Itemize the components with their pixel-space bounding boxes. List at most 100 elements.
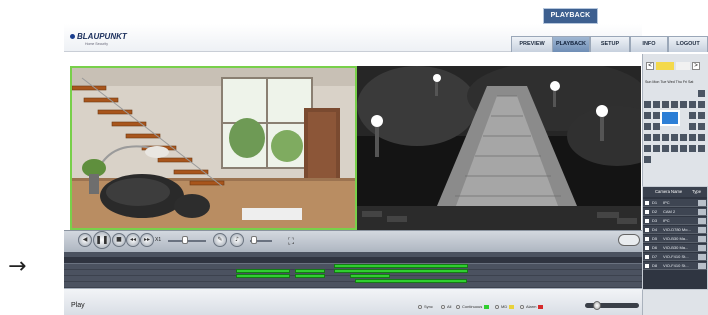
calendar-day[interactable] bbox=[698, 145, 705, 152]
camera-name: IPC bbox=[663, 200, 670, 205]
volume-slider-handle[interactable] bbox=[251, 236, 258, 244]
calendar-day[interactable] bbox=[671, 101, 678, 108]
recording-segment[interactable] bbox=[355, 279, 467, 283]
camera-row[interactable]: D3 IPC bbox=[643, 217, 707, 225]
camera-checkbox[interactable] bbox=[645, 228, 649, 232]
nav-info[interactable]: INFO bbox=[630, 36, 668, 52]
calendar-day[interactable] bbox=[653, 145, 660, 152]
calendar-next-button[interactable]: > bbox=[692, 62, 700, 70]
calendar-day[interactable] bbox=[689, 101, 696, 108]
camera-row[interactable]: D4 VIO-D780 Mo... bbox=[643, 226, 707, 234]
calendar-year-field[interactable] bbox=[676, 62, 690, 70]
calendar-day[interactable] bbox=[689, 112, 696, 119]
forward-icon[interactable]: ▸▸ bbox=[140, 233, 154, 247]
all-option[interactable]: All bbox=[441, 304, 451, 309]
camera-row[interactable]: D7 VIO-F410 St... bbox=[643, 253, 707, 261]
calendar-day[interactable] bbox=[644, 145, 651, 152]
nav-playback[interactable]: PLAYBACK bbox=[552, 36, 590, 52]
nav-logout[interactable]: LOGOUT bbox=[668, 36, 708, 52]
recording-segment[interactable] bbox=[295, 269, 325, 273]
camera-row[interactable]: D2 CAM 2 bbox=[643, 208, 707, 216]
camera-checkbox[interactable] bbox=[645, 219, 649, 223]
camera-channel: D4 bbox=[652, 227, 658, 232]
continuous-radio[interactable] bbox=[456, 304, 460, 309]
camera-checkbox[interactable] bbox=[645, 210, 649, 214]
calendar-month-field[interactable] bbox=[656, 62, 674, 70]
snapshot-icon[interactable]: ✎ bbox=[213, 233, 227, 247]
recording-segment[interactable] bbox=[334, 269, 468, 273]
calendar-day[interactable] bbox=[653, 101, 660, 108]
calendar-prev-button[interactable]: < bbox=[646, 62, 654, 70]
calendar-day[interactable] bbox=[698, 101, 705, 108]
calendar-day[interactable] bbox=[653, 134, 660, 141]
continuous-option[interactable]: Continuous bbox=[456, 304, 490, 309]
calendar-day[interactable] bbox=[698, 123, 705, 130]
camera-row[interactable]: D5 VIO-B30 Ma... bbox=[643, 235, 707, 243]
calendar-selected-day[interactable] bbox=[660, 110, 680, 126]
stop-icon[interactable]: ■ bbox=[112, 233, 126, 247]
calendar-day[interactable] bbox=[644, 123, 651, 130]
camera-checkbox[interactable] bbox=[645, 246, 649, 250]
video-channel-2[interactable] bbox=[357, 66, 641, 230]
recording-segment[interactable] bbox=[295, 274, 325, 278]
calendar-day[interactable] bbox=[644, 156, 651, 163]
calendar-day[interactable] bbox=[653, 123, 660, 130]
calendar-day[interactable] bbox=[680, 101, 687, 108]
logo-subtitle: Home Security bbox=[85, 42, 108, 46]
sync-radio[interactable] bbox=[418, 304, 422, 309]
camera-type-icon bbox=[698, 254, 706, 260]
calendar-day[interactable] bbox=[698, 90, 705, 97]
calendar-day[interactable] bbox=[671, 145, 678, 152]
sync-option[interactable]: Sync bbox=[418, 304, 433, 309]
recording-segment[interactable] bbox=[236, 274, 290, 278]
volume-icon[interactable]: ♪ bbox=[230, 233, 244, 247]
nav-setup[interactable]: SETUP bbox=[590, 36, 630, 52]
camera-checkbox[interactable] bbox=[645, 264, 649, 268]
calendar-day[interactable] bbox=[644, 112, 651, 119]
calendar-day[interactable] bbox=[644, 101, 651, 108]
calendar-day[interactable] bbox=[662, 134, 669, 141]
previous-icon[interactable]: ◀ bbox=[78, 233, 92, 247]
calendar-day[interactable] bbox=[662, 101, 669, 108]
calendar-day[interactable] bbox=[662, 145, 669, 152]
camera-checkbox[interactable] bbox=[645, 255, 649, 259]
camera-type-icon bbox=[698, 245, 706, 251]
camera-row[interactable]: D8 VIO-F410 St... bbox=[643, 262, 707, 270]
rewind-icon[interactable]: ◂◂ bbox=[126, 233, 140, 247]
md-option[interactable]: MD bbox=[495, 304, 515, 309]
playback-badge: PLAYBACK bbox=[543, 8, 598, 24]
calendar-day[interactable] bbox=[680, 145, 687, 152]
calendar-day[interactable] bbox=[653, 112, 660, 119]
camera-row[interactable]: D1 IPC bbox=[643, 199, 707, 207]
nav-preview[interactable]: PREVIEW bbox=[511, 36, 553, 52]
recording-segment[interactable] bbox=[236, 269, 290, 273]
camera-name-header: Camera Name bbox=[655, 189, 683, 194]
zoom-slider-handle[interactable] bbox=[593, 301, 601, 310]
camera-type-icon bbox=[698, 227, 706, 233]
md-swatch bbox=[509, 304, 515, 309]
calendar-day[interactable] bbox=[689, 134, 696, 141]
pause-icon[interactable]: ❚❚ bbox=[93, 231, 111, 249]
calendar-grid bbox=[644, 90, 706, 163]
camera-checkbox[interactable] bbox=[645, 201, 649, 205]
all-radio[interactable] bbox=[441, 304, 445, 309]
speed-slider-handle[interactable] bbox=[182, 236, 189, 244]
calendar-day[interactable] bbox=[680, 134, 687, 141]
recording-segment[interactable] bbox=[350, 274, 390, 278]
video-channel-1[interactable] bbox=[70, 66, 357, 230]
camera-type-icon bbox=[698, 200, 706, 206]
calendar-day[interactable] bbox=[644, 134, 651, 141]
camera-row[interactable]: D6 VIO-B30 Ma... bbox=[643, 244, 707, 252]
alarm-radio[interactable] bbox=[520, 304, 524, 309]
calendar-day[interactable] bbox=[698, 134, 705, 141]
calendar-day[interactable] bbox=[689, 123, 696, 130]
alarm-option[interactable]: Alarm bbox=[520, 304, 544, 309]
layout-toggle-button[interactable] bbox=[618, 234, 640, 246]
recording-segment[interactable] bbox=[334, 264, 468, 268]
camera-checkbox[interactable] bbox=[645, 237, 649, 241]
calendar-day[interactable] bbox=[698, 112, 705, 119]
md-radio[interactable] bbox=[495, 304, 499, 309]
calendar-day[interactable] bbox=[671, 134, 678, 141]
fullscreen-icon[interactable]: ⛶ bbox=[286, 236, 296, 246]
calendar-day[interactable] bbox=[689, 145, 696, 152]
